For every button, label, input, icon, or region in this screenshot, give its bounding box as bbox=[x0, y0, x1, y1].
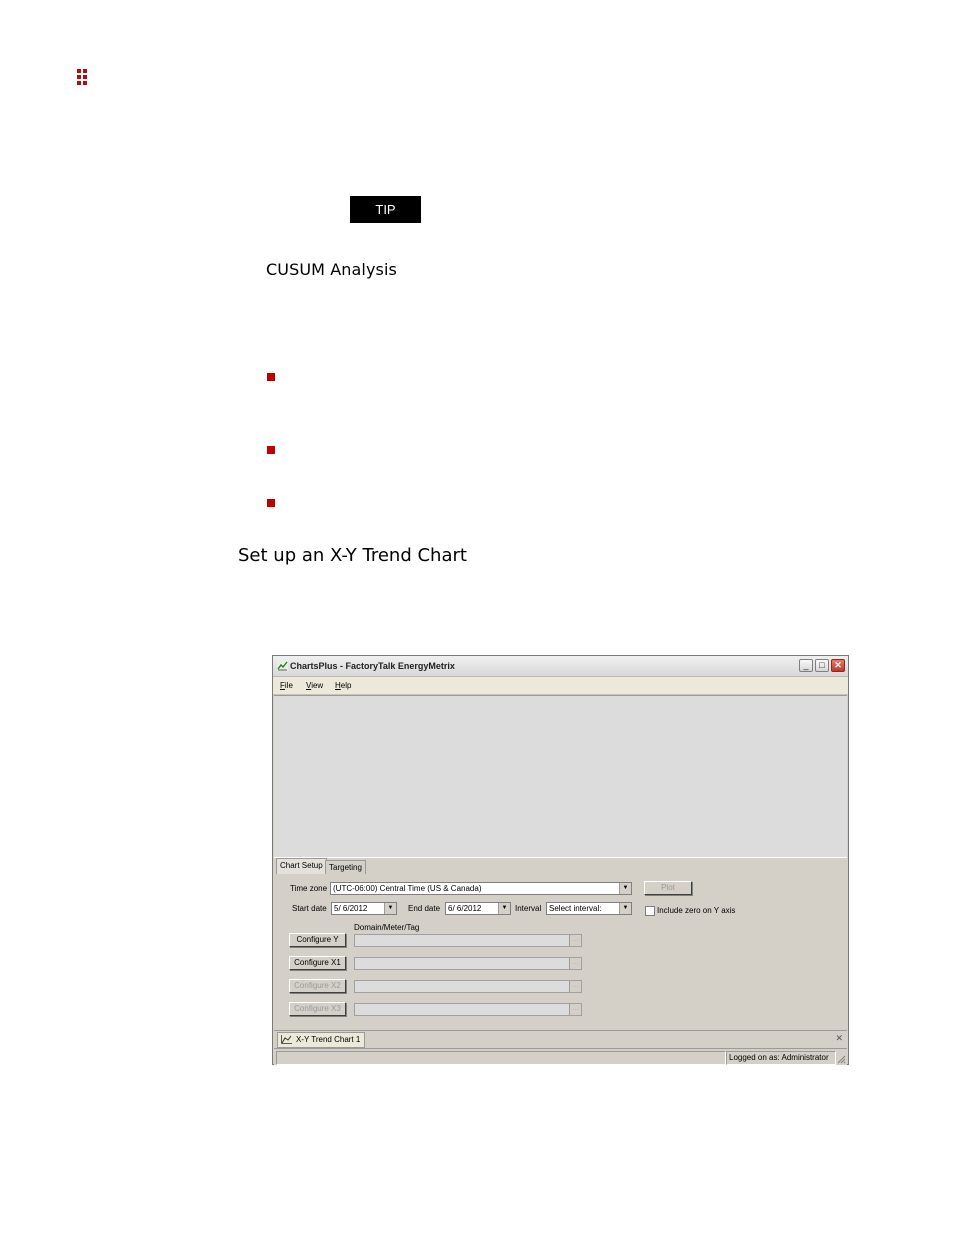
start-date-value: 5/ 6/2012 bbox=[334, 904, 368, 913]
chevron-down-icon[interactable]: ▼ bbox=[619, 903, 631, 914]
time-zone-select[interactable]: (UTC-06:00) Central Time (US & Canada) ▼ bbox=[330, 882, 632, 895]
menu-file[interactable]: File bbox=[280, 681, 293, 690]
tab-targeting[interactable]: Targeting bbox=[325, 860, 366, 874]
maximize-button[interactable]: □ bbox=[815, 659, 829, 672]
domain-tag-y-field[interactable]: … bbox=[354, 934, 582, 947]
chart-canvas bbox=[274, 695, 847, 858]
chart-app-icon bbox=[277, 660, 288, 671]
ellipsis-icon[interactable]: … bbox=[569, 1004, 581, 1015]
time-zone-value: (UTC-06:00) Central Time (US & Canada) bbox=[333, 884, 482, 893]
section-title: Set up an X-Y Trend Chart bbox=[238, 545, 467, 566]
chevron-down-icon[interactable]: ▼ bbox=[384, 903, 396, 914]
close-button[interactable]: ✕ bbox=[831, 659, 845, 672]
bullet-icon bbox=[267, 446, 275, 454]
configure-x1-button[interactable]: Configure X1 bbox=[289, 956, 346, 970]
setup-tabs: Chart Setup Targeting bbox=[274, 858, 847, 875]
domain-tag-x3-field[interactable]: … bbox=[354, 1003, 582, 1016]
brand-logo-icon bbox=[77, 69, 89, 85]
resize-grip-icon[interactable] bbox=[836, 1054, 846, 1064]
subheading: CUSUM Analysis bbox=[266, 260, 397, 279]
status-logged-on: Logged on as: Administrator bbox=[726, 1051, 836, 1065]
status-pane-main bbox=[276, 1051, 726, 1065]
plot-button[interactable]: Plot bbox=[644, 881, 692, 895]
window-title: ChartsPlus - FactoryTalk EnergyMetrix bbox=[290, 661, 455, 671]
status-bar: Logged on as: Administrator bbox=[274, 1048, 847, 1065]
include-zero-checkbox[interactable] bbox=[645, 906, 655, 916]
chevron-down-icon[interactable]: ▼ bbox=[498, 903, 510, 914]
bullet-icon bbox=[267, 373, 275, 381]
configure-x3-button[interactable]: Configure X3 bbox=[289, 1002, 346, 1016]
include-zero-label: Include zero on Y axis bbox=[657, 906, 736, 915]
chevron-down-icon[interactable]: ▼ bbox=[619, 883, 631, 894]
configure-x2-button[interactable]: Configure X2 bbox=[289, 979, 346, 993]
menu-bar: File View Help bbox=[273, 677, 848, 695]
chart-setup-panel: Time zone (UTC-06:00) Central Time (US &… bbox=[274, 874, 847, 1029]
domain-tag-x2-field[interactable]: … bbox=[354, 980, 582, 993]
start-date-picker[interactable]: 5/ 6/2012 ▼ bbox=[331, 902, 397, 915]
ellipsis-icon[interactable]: … bbox=[569, 981, 581, 992]
menu-help[interactable]: Help bbox=[335, 681, 351, 690]
interval-select[interactable]: Select interval: ▼ bbox=[546, 902, 632, 915]
line-chart-icon bbox=[281, 1035, 292, 1044]
bullet-icon bbox=[267, 499, 275, 507]
domain-header: Domain/Meter/Tag bbox=[354, 923, 420, 932]
end-date-picker[interactable]: 6/ 6/2012 ▼ bbox=[445, 902, 511, 915]
domain-tag-x1-field[interactable]: … bbox=[354, 957, 582, 970]
minimize-button[interactable]: _ bbox=[799, 659, 813, 672]
tab-chart-setup[interactable]: Chart Setup bbox=[276, 858, 327, 874]
doc-tab-xy-trend-chart[interactable]: X-Y Trend Chart 1 bbox=[277, 1032, 366, 1048]
ellipsis-icon[interactable]: … bbox=[569, 935, 581, 946]
interval-label: Interval bbox=[515, 904, 542, 913]
time-zone-label: Time zone bbox=[290, 884, 328, 893]
close-icon[interactable]: ✕ bbox=[835, 1033, 843, 1044]
document-tabs: X-Y Trend Chart 1 ✕ bbox=[274, 1030, 847, 1048]
end-date-value: 6/ 6/2012 bbox=[448, 904, 482, 913]
chartsplus-window: ChartsPlus - FactoryTalk EnergyMetrix _ … bbox=[272, 655, 849, 1065]
menu-view[interactable]: View bbox=[306, 681, 323, 690]
end-date-label: End date bbox=[408, 904, 441, 913]
start-date-label: Start date bbox=[292, 904, 327, 913]
title-bar[interactable]: ChartsPlus - FactoryTalk EnergyMetrix _ … bbox=[273, 656, 848, 677]
ellipsis-icon[interactable]: … bbox=[569, 958, 581, 969]
interval-value: Select interval: bbox=[549, 904, 602, 913]
tip-label: TIP bbox=[350, 196, 421, 223]
doc-tab-label: X-Y Trend Chart 1 bbox=[296, 1035, 361, 1044]
configure-y-button[interactable]: Configure Y bbox=[289, 933, 346, 947]
